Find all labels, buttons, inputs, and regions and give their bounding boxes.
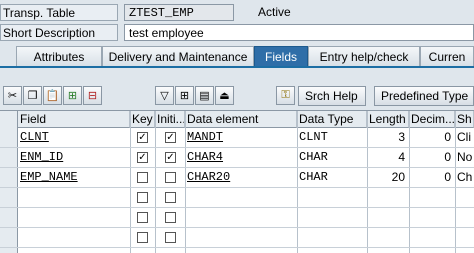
paste-icon[interactable]: 📋	[43, 86, 62, 105]
initial-checkbox[interactable]	[165, 172, 176, 183]
initial-checkbox[interactable]	[165, 192, 176, 203]
copy-icon[interactable]: ❐	[23, 86, 42, 105]
length-cell[interactable]: 4	[367, 148, 409, 167]
key-icon[interactable]: ⚿	[276, 86, 295, 105]
column-header-key[interactable]: Key	[130, 111, 155, 128]
details-icon[interactable]: ▤	[195, 86, 214, 105]
initial-checkbox[interactable]	[165, 232, 176, 243]
field-name-cell[interactable]: EMP_NAME	[18, 168, 130, 187]
table-row	[0, 188, 474, 208]
table-row: ENM_ID ✓ ✓ CHAR4 CHAR 4 0 No	[0, 148, 474, 168]
table-row: CLNT ✓ ✓ MANDT CLNT 3 0 Cli	[0, 128, 474, 148]
short-text-cell[interactable]: Cli	[455, 128, 474, 147]
data-element-cell[interactable]: CHAR4	[185, 148, 297, 167]
status-text: Active	[258, 5, 291, 19]
column-header-length[interactable]: Length	[367, 111, 409, 128]
decimals-cell[interactable]: 0	[409, 128, 455, 147]
key-checkbox[interactable]: ✓	[137, 152, 148, 163]
tab-strip: Attributes Delivery and Maintenance Fiel…	[0, 44, 474, 68]
data-type-cell[interactable]: CHAR	[297, 168, 367, 187]
column-header-short[interactable]: Sh	[455, 111, 474, 128]
short-text-cell[interactable]: No	[455, 148, 474, 167]
initial-checkbox[interactable]: ✓	[165, 152, 176, 163]
insert-row-icon[interactable]: ⊞	[63, 86, 82, 105]
fields-toolbar: ✂ ❐ 📋 ⊞ ⊟ ▽ ⊞ ▤ ⏏ ⚿ Srch Help Predefined…	[0, 84, 474, 108]
fields-table: Field Key Initi... Data element Data Typ…	[0, 110, 474, 253]
tab-attributes[interactable]: Attributes	[16, 46, 102, 66]
collapse-icon[interactable]: ⏏	[215, 86, 234, 105]
tab-currency[interactable]: Curren	[420, 46, 474, 66]
key-checkbox[interactable]: ✓	[137, 132, 148, 143]
table-name-field[interactable]: ZTEST_EMP	[124, 4, 234, 21]
initial-checkbox[interactable]: ✓	[165, 132, 176, 143]
table-row	[0, 208, 474, 228]
column-header-data-type[interactable]: Data Type	[297, 111, 367, 128]
column-header-data-element[interactable]: Data element	[185, 111, 297, 128]
transp-table-label: Transp. Table	[0, 4, 118, 21]
column-header-initial[interactable]: Initi...	[155, 111, 185, 128]
field-name-cell[interactable]: ENM_ID	[18, 148, 130, 167]
key-checkbox[interactable]	[137, 232, 148, 243]
short-text-cell[interactable]: Ch	[455, 168, 474, 187]
key-checkbox[interactable]	[137, 172, 148, 183]
data-type-cell[interactable]: CHAR	[297, 148, 367, 167]
tab-entry-help-check[interactable]: Entry help/check	[308, 46, 420, 66]
insert-field-icon[interactable]: ⊞	[175, 86, 194, 105]
decimals-cell[interactable]: 0	[409, 168, 455, 187]
data-element-cell[interactable]: MANDT	[185, 128, 297, 147]
short-description-label: Short Description	[0, 24, 118, 41]
initial-checkbox[interactable]	[165, 212, 176, 223]
table-row	[0, 228, 474, 248]
delete-row-icon[interactable]: ⊟	[83, 86, 102, 105]
key-checkbox[interactable]	[137, 212, 148, 223]
column-header-field[interactable]: Field	[18, 111, 130, 128]
short-description-field[interactable]: test employee	[124, 24, 474, 41]
length-cell[interactable]: 3	[367, 128, 409, 147]
tab-delivery-and-maintenance[interactable]: Delivery and Maintenance	[102, 46, 254, 66]
cut-icon[interactable]: ✂	[3, 86, 22, 105]
length-cell[interactable]: 20	[367, 168, 409, 187]
filter-icon[interactable]: ▽	[155, 86, 174, 105]
predefined-type-button[interactable]: Predefined Type	[374, 86, 474, 106]
table-row: EMP_NAME CHAR20 CHAR 20 0 Ch	[0, 168, 474, 188]
decimals-cell[interactable]: 0	[409, 148, 455, 167]
field-name-cell[interactable]: CLNT	[18, 128, 130, 147]
data-element-cell[interactable]: CHAR20	[185, 168, 297, 187]
data-type-cell[interactable]: CLNT	[297, 128, 367, 147]
tab-fields[interactable]: Fields	[254, 46, 308, 66]
srch-help-button[interactable]: Srch Help	[298, 86, 366, 106]
key-checkbox[interactable]	[137, 192, 148, 203]
column-header-decimals[interactable]: Decim...	[409, 111, 455, 128]
